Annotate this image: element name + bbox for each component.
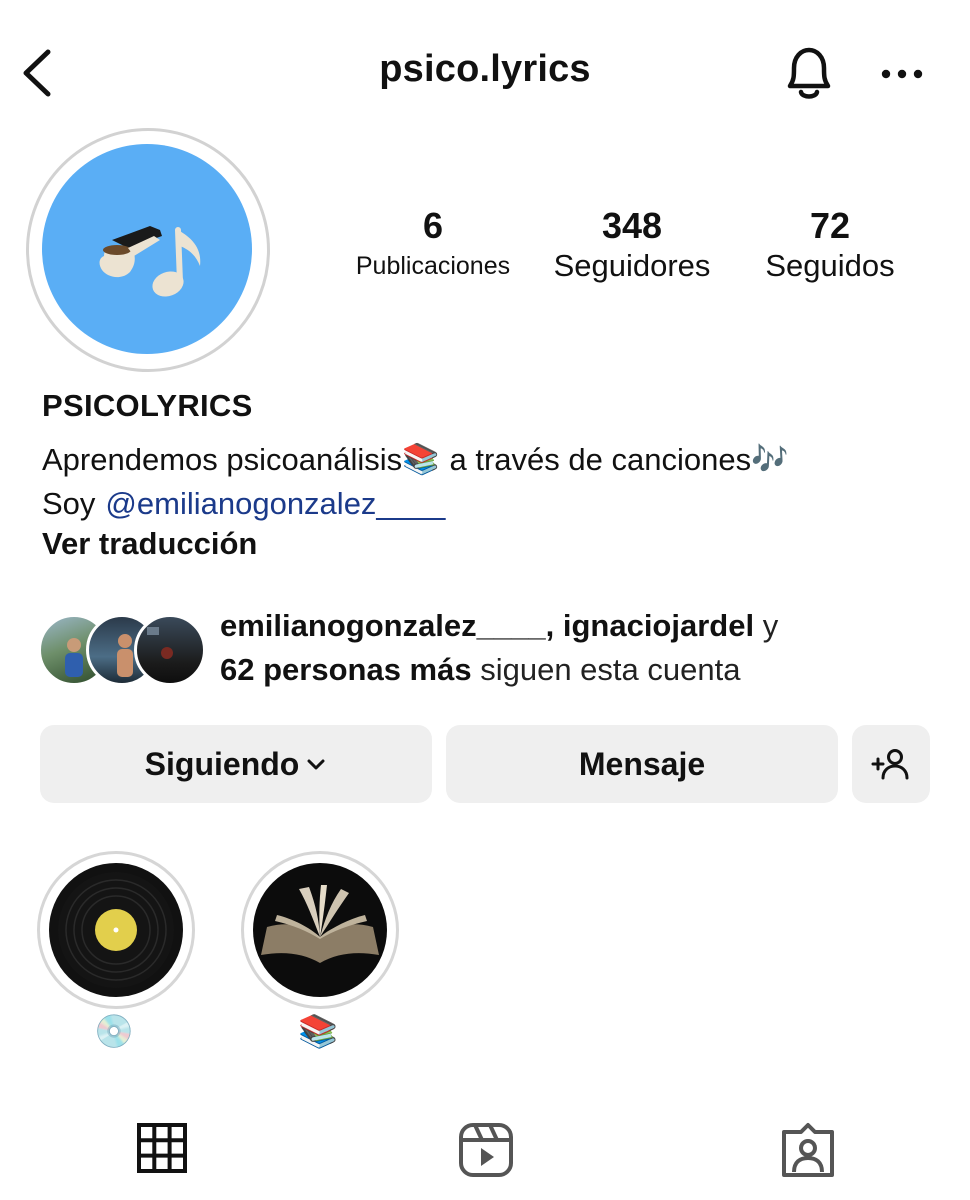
bio-line-2: Soy @emilianogonzalez____ — [42, 482, 788, 526]
posts-stat[interactable]: 6 Publicaciones — [340, 206, 526, 286]
bell-icon — [787, 47, 831, 99]
notifications-button[interactable] — [780, 42, 838, 104]
add-person-icon — [871, 749, 909, 780]
more-options-button[interactable] — [876, 56, 928, 92]
display-name: PSICOLYRICS — [42, 388, 253, 423]
followers-label: Seguidores — [553, 248, 711, 283]
bio: Aprendemos psicoanálisis 📚 a través de c… — [42, 438, 788, 526]
following-label: Seguidos — [765, 248, 895, 283]
followed-by-connector: y — [762, 608, 779, 643]
see-translation-link[interactable]: Ver traducción — [42, 526, 257, 562]
following-count: 72 — [809, 205, 851, 246]
highlight-book-label: 📚 — [298, 1013, 338, 1049]
bio-line-1: Aprendemos psicoanálisis 📚 a través de c… — [42, 438, 788, 482]
followed-by-users: emilianogonzalez____, ignaciojardel — [220, 608, 755, 643]
posts-count: 6 — [422, 205, 444, 246]
tab-reels[interactable] — [458, 1122, 514, 1178]
posts-label: Publicaciones — [355, 252, 511, 280]
tab-tagged[interactable] — [780, 1122, 836, 1178]
message-button[interactable]: Mensaje — [446, 725, 838, 803]
suggested-people-button[interactable] — [852, 725, 930, 803]
followed-by-text[interactable]: emilianogonzalez____, ignaciojardel y 62… — [220, 604, 778, 692]
message-label: Mensaje — [578, 745, 706, 782]
books-emoji-icon: 📚 — [402, 443, 440, 476]
following-label: Siguiendo — [144, 745, 300, 782]
following-stat[interactable]: 72 Seguidos — [746, 206, 914, 286]
followed-by-others: 62 personas más — [220, 652, 472, 687]
more-dots-icon — [881, 69, 923, 79]
chevron-down-icon — [307, 759, 325, 770]
tab-grid[interactable] — [136, 1122, 188, 1174]
tagged-icon — [782, 1123, 834, 1177]
reels-icon — [459, 1123, 513, 1177]
highlight-vinyl-label: 💿 — [94, 1013, 134, 1049]
avatar — [42, 144, 252, 354]
highlight-book[interactable] — [241, 851, 399, 1009]
highlight-vinyl-cover — [49, 863, 183, 997]
followers-count: 348 — [601, 205, 663, 246]
grid-icon — [137, 1123, 187, 1173]
highlight-vinyl[interactable] — [37, 851, 195, 1009]
bio-text-rest: a través de canciones — [449, 442, 752, 477]
following-button[interactable]: Siguiendo — [40, 725, 432, 803]
music-notes-emoji-icon: 🎶 — [751, 443, 789, 476]
followers-stat[interactable]: 348 Seguidores — [538, 206, 726, 286]
bio-mention-link[interactable]: @emilianogonzalez____ — [105, 482, 445, 526]
vinyl-record-icon — [58, 872, 174, 988]
bio-prefix: Soy — [42, 486, 96, 521]
follower-avatar-3 — [134, 614, 206, 686]
pipe-music-note-logo — [99, 226, 201, 297]
followed-by-suffix: siguen esta cuenta — [480, 652, 741, 687]
open-book-icon — [261, 885, 379, 963]
bio-text: Aprendemos psicoanálisis — [42, 442, 403, 477]
highlight-book-cover — [253, 863, 387, 997]
